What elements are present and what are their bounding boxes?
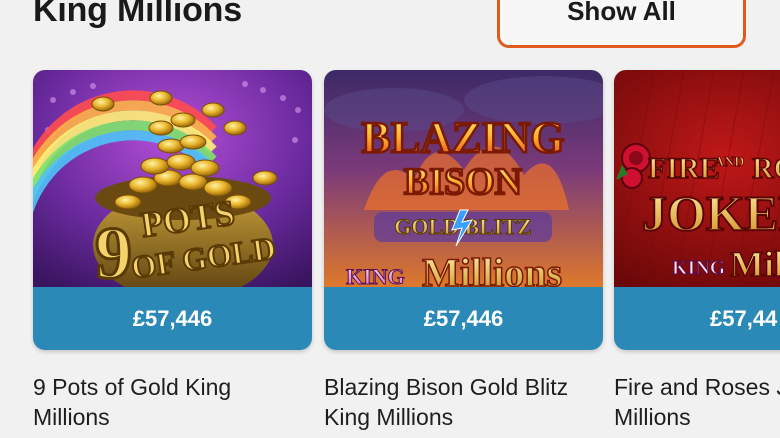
- show-all-button[interactable]: Show All: [497, 0, 746, 48]
- game-title-blazing-bison[interactable]: Blazing Bison Gold Blitz King Millions: [324, 372, 603, 432]
- art-text-9: 9: [95, 213, 132, 290]
- game-card-fire-and-roses-joker[interactable]: FIRE AND ROSES JOKER KING Mill £57,44: [614, 70, 780, 350]
- king-millions-section: King Millions Show All 9 POTS OF GOLD £5…: [0, 0, 780, 438]
- game-title-fire-and-roses-joker[interactable]: Fire and Roses J King Millions: [614, 372, 780, 432]
- art-text-king: KING: [672, 257, 726, 279]
- game-title-9-pots-of-gold[interactable]: 9 Pots of Gold King Millions: [33, 372, 312, 432]
- game-card-9-pots-of-gold[interactable]: 9 POTS OF GOLD £57,446: [33, 70, 312, 350]
- art-text-joker: JOKER: [642, 185, 780, 241]
- art-text-king: KING: [346, 264, 405, 289]
- game-thumbnail-fire-and-roses-joker: FIRE AND ROSES JOKER KING Mill: [614, 70, 780, 290]
- jackpot-amount: £57,44: [614, 287, 780, 350]
- art-text-roses: ROSES: [752, 152, 780, 185]
- art-text-millions: Mill: [730, 244, 780, 284]
- art-text-bison: BISON: [404, 161, 522, 203]
- jackpot-amount: £57,446: [33, 287, 312, 350]
- art-text-millions: Millions: [422, 250, 562, 290]
- art-text-and: AND: [714, 155, 744, 170]
- game-thumbnail-9-pots-of-gold: 9 POTS OF GOLD: [33, 70, 312, 290]
- art-text-fire: FIRE: [648, 152, 720, 185]
- game-card-blazing-bison[interactable]: BLAZING BISON GOLD BLITZ KING Millions £…: [324, 70, 603, 350]
- section-title: King Millions: [33, 0, 242, 29]
- game-thumbnail-blazing-bison: BLAZING BISON GOLD BLITZ KING Millions: [324, 70, 603, 290]
- jackpot-amount: £57,446: [324, 287, 603, 350]
- art-text-blazing: BLAZING: [362, 113, 565, 162]
